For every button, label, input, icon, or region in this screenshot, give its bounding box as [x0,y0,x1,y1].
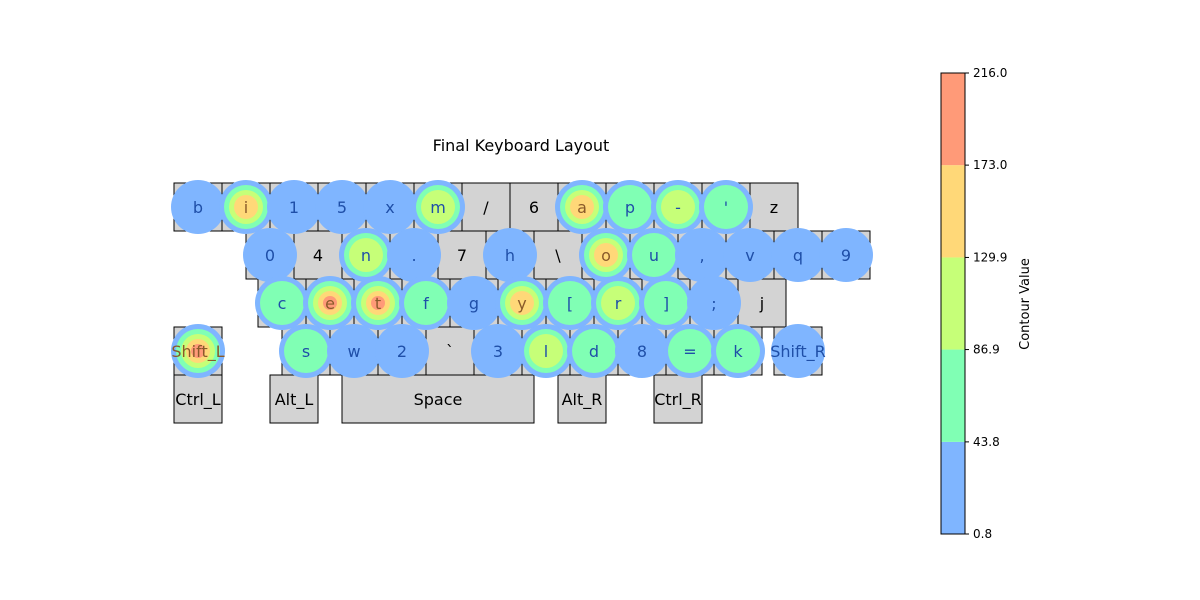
key-label-0-5: m [430,198,446,217]
key-label-3-11: Shift_R [770,342,825,362]
key-label-1-10: v [745,246,754,265]
key-label-1-5: h [505,246,515,265]
key-label-4-3: Alt_R [562,390,603,410]
key-label-4-1: Alt_L [275,390,314,410]
key-label-3-6: l [544,342,548,361]
key-label-4-0: Ctrl_L [175,390,220,410]
key-label-2-3: f [423,294,429,313]
key-label-2-4: g [469,294,479,313]
key-label-3-2: w [347,342,360,361]
key-label-0-10: - [675,198,681,217]
key-label-1-6: \ [555,246,561,265]
key-label-0-11: ' [724,198,728,217]
key-label-1-3: . [411,246,416,265]
colorbar-tick-label-5: 216.0 [973,66,1007,80]
key-label-3-9: = [683,342,696,361]
key-label-0-8: a [577,198,587,217]
colorbar-band-0 [941,441,965,534]
key-label-3-3: 2 [397,342,407,361]
colorbar-band-1 [941,349,965,442]
key-label-0-12: z [770,198,778,217]
key-label-2-1: e [325,294,335,313]
key-label-2-0: c [278,294,287,313]
key-label-2-7: r [615,294,622,313]
key-label-4-2: Space [414,390,463,409]
key-label-3-8: 8 [637,342,647,361]
key-label-0-0: b [193,198,203,217]
key-label-0-2: 1 [289,198,299,217]
colorbar-tick-label-0: 0.8 [973,527,992,541]
colorbar-tick-label-4: 173.0 [973,158,1007,172]
key-label-2-5: y [517,294,526,313]
key-label-1-2: n [361,246,371,265]
key-label-3-1: s [302,342,310,361]
key-label-4-4: Ctrl_R [654,390,702,410]
key-label-1-11: q [793,246,803,265]
keyboard-heatmap-chart: Final Keyboard Layout b i 1 5 x m / 6 a p - ' z 0 4 n. 7… [171,66,1033,541]
key-label-2-2: t [375,294,381,313]
key-label-1-12: 9 [841,246,851,265]
key-label-2-8: ] [663,294,669,313]
key-label-1-4: 7 [457,246,467,265]
key-label-3-7: d [589,342,599,361]
key-label-3-4: ` [446,342,454,361]
key-label-1-9: , [699,246,704,265]
key-label-2-6: [ [567,294,573,313]
colorbar: 0.8 43.8 86.9 129.9 173.0 216.0 [940,66,1007,541]
key-label-2-9: ; [711,294,716,313]
key-label-3-0: Shift_L [171,342,224,362]
chart-title: Final Keyboard Layout [433,136,610,155]
colorbar-band-3 [941,165,965,258]
colorbar-tick-label-3: 129.9 [973,250,1007,264]
key-label-3-10: k [733,342,743,361]
key-label-0-7: 6 [529,198,539,217]
key-label-1-8: u [649,246,659,265]
colorbar-band-4 [941,73,965,166]
key-label-0-9: p [625,198,635,217]
colorbar-tick-label-2: 86.9 [973,343,1000,357]
key-label-0-3: 5 [337,198,347,217]
key-label-0-6: / [483,198,489,217]
colorbar-tick-label-1: 43.8 [973,435,1000,449]
key-label-1-1: 4 [313,246,323,265]
colorbar-band-2 [941,257,965,350]
key-label-0-4: x [385,198,394,217]
key-label-1-0: 0 [265,246,275,265]
key-label-1-7: o [601,246,611,265]
key-label-0-1: i [244,198,248,217]
key-label-2-10: j [759,294,764,313]
key-label-3-5: 3 [493,342,503,361]
colorbar-label: Contour Value [1018,258,1033,350]
